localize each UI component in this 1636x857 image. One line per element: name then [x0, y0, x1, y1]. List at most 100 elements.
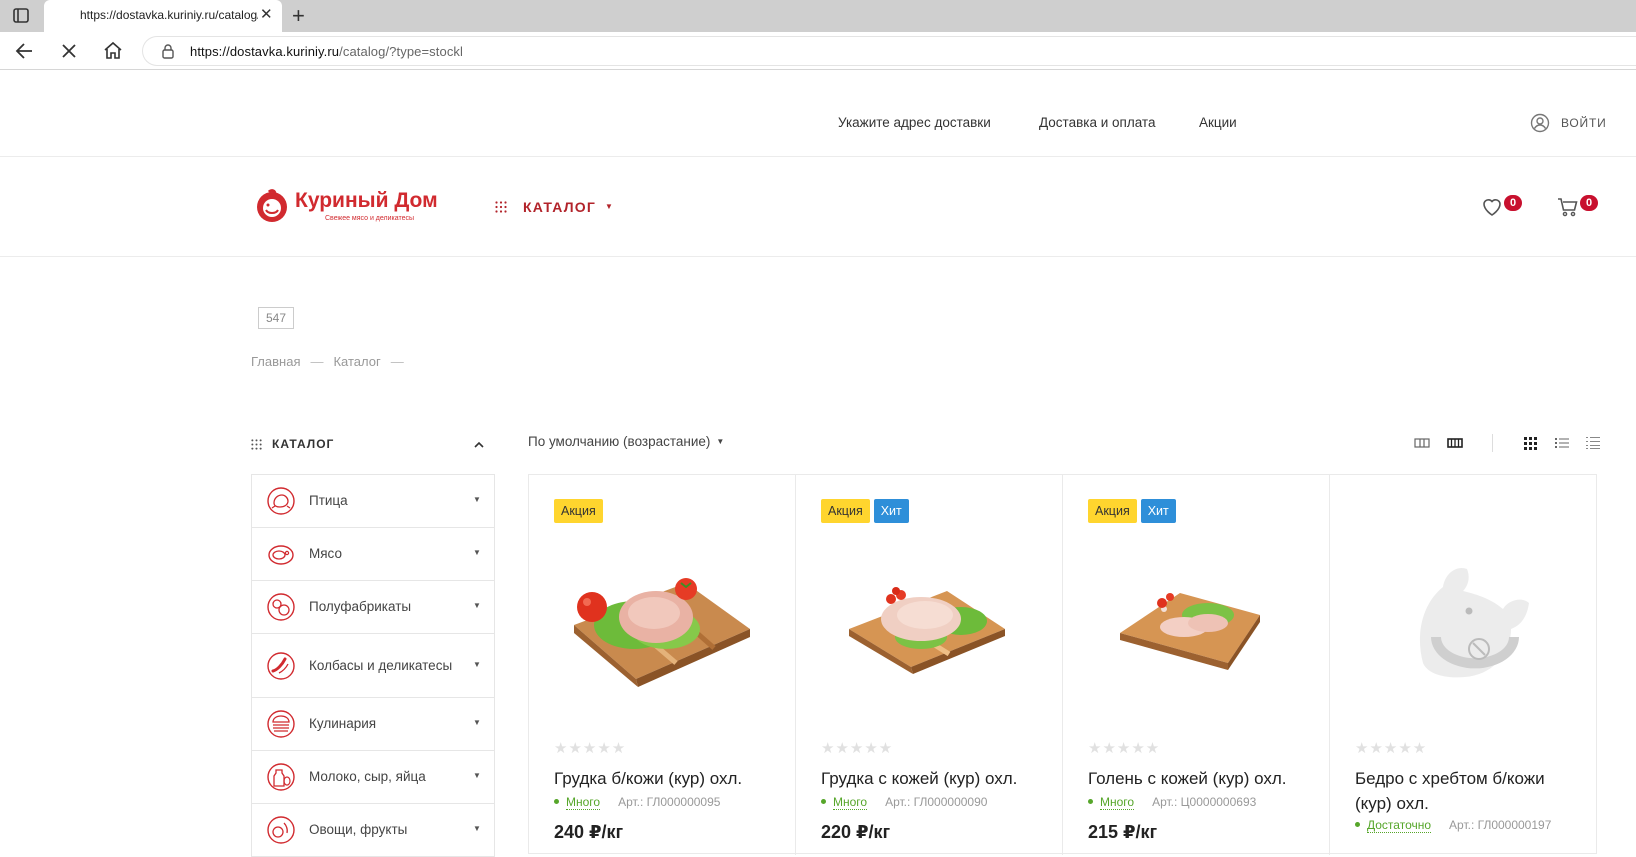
product-grid: Акция ★★★★★ Грудка б/кожи (кур) охл. Мно…	[528, 474, 1597, 855]
product-title[interactable]: Грудка б/кожи (кур) охл.	[554, 766, 774, 791]
rating-stars[interactable]: ★★★★★	[1355, 739, 1427, 757]
user-icon[interactable]	[1530, 113, 1550, 133]
browser-tab[interactable]: https://dostavka.kuriniy.ru/catalog/?typ…	[44, 0, 282, 32]
stock-dot	[554, 799, 559, 804]
product-card[interactable]: Акция Хит ★★★★★ Грудка с кожей (кур) охл.…	[796, 475, 1063, 855]
product-card[interactable]: Акция Хит ★★★★★ Голень с кожей (кур) охл.…	[1063, 475, 1330, 855]
caret-down-icon[interactable]: ▼	[473, 824, 481, 833]
product-price: 220 ₽/кг	[821, 822, 891, 842]
breadcrumb-home-link[interactable]: Главная	[251, 354, 300, 369]
breadcrumb-catalog-link[interactable]: Каталог	[333, 354, 380, 369]
vegetables-icon	[267, 816, 295, 844]
hit-badge: Хит	[1140, 499, 1176, 523]
product-badges: Акция Хит	[821, 499, 913, 523]
caret-down-icon[interactable]: ▼	[473, 495, 481, 504]
sidebar-item-poultry[interactable]: Птица ▼	[252, 475, 494, 528]
login-link[interactable]: ВОЙТИ	[1561, 116, 1607, 130]
sale-badge: Акция	[1088, 499, 1137, 523]
rating-stars[interactable]: ★★★★★	[1088, 739, 1160, 757]
product-title[interactable]: Бедро с хребтом б/кожи (кур) охл.	[1355, 766, 1575, 816]
product-image[interactable]	[1088, 533, 1303, 703]
sidebar-catalog-header[interactable]: КАТАЛОГ	[251, 435, 495, 455]
chevron-up-icon[interactable]	[473, 440, 485, 450]
caret-down-icon[interactable]: ▼	[473, 718, 481, 727]
wishlist-heart-icon[interactable]	[1480, 195, 1504, 219]
product-image[interactable]	[821, 533, 1036, 703]
product-image[interactable]	[554, 533, 769, 703]
product-badges: Акция	[554, 499, 607, 523]
catalog-label: КАТАЛОГ	[523, 199, 596, 215]
product-meta: Достаточно Арт.: ГЛ000000197	[1355, 818, 1551, 833]
chicken-icon	[267, 487, 295, 515]
sale-badge: Акция	[554, 499, 603, 523]
product-card[interactable]: Акция ★★★★★ Грудка б/кожи (кур) охл. Мно…	[529, 475, 796, 855]
view-grid-icon[interactable]	[1522, 436, 1538, 450]
tab-close-icon[interactable]: ✕	[260, 7, 273, 22]
view-table-icon[interactable]	[1585, 436, 1601, 450]
sidebar-category-list: Птица ▼ Мясо ▼ Полуфабрикаты ▼ Колбасы и…	[251, 474, 495, 857]
article-number: Арт.: ГЛ000000090	[885, 795, 988, 809]
stock-status[interactable]: Много	[566, 795, 601, 810]
caret-down-icon: ▼	[716, 437, 725, 446]
url-field[interactable]: https://dostavka.kuriniy.ru/catalog/?typ…	[142, 36, 1636, 66]
site-logo[interactable]: Куриный Дом Свежее мясо и деликатесы	[255, 187, 445, 227]
sort-label: По умолчанию (возрастание)	[528, 434, 711, 449]
stop-loading-icon[interactable]	[56, 38, 82, 64]
product-meta: Много Арт.: ГЛ000000095	[554, 795, 720, 810]
sidebar-item-cookery[interactable]: Кулинария ▼	[252, 698, 494, 751]
product-title[interactable]: Грудка с кожей (кур) охл.	[821, 766, 1041, 791]
stock-dot	[1088, 799, 1093, 804]
stock-status[interactable]: Много	[833, 795, 868, 810]
product-meta: Много Арт.: ГЛ000000090	[821, 795, 988, 810]
caret-down-icon[interactable]: ▼	[473, 601, 481, 610]
tab-actions-icon[interactable]	[10, 6, 32, 26]
cart-icon[interactable]	[1556, 195, 1580, 219]
sidebar-item-dairy[interactable]: Молоко, сыр, яйца ▼	[252, 751, 494, 804]
burger-icon	[267, 710, 295, 738]
sidebar-item-meat[interactable]: Мясо ▼	[252, 528, 494, 581]
product-card[interactable]: ★★★★★ Бедро с хребтом б/кожи (кур) охл. …	[1330, 475, 1597, 855]
site-topbar: Укажите адрес доставки Доставка и оплата…	[0, 71, 1636, 157]
grid-dots-icon	[495, 201, 507, 213]
lock-icon[interactable]	[161, 43, 175, 59]
sausage-icon	[267, 651, 295, 680]
product-badges: Акция Хит	[1088, 499, 1180, 523]
stock-status[interactable]: Много	[1100, 795, 1135, 810]
stock-dot	[821, 799, 826, 804]
no-image-placeholder-icon[interactable]	[1355, 533, 1570, 703]
hen-logo-icon	[257, 189, 287, 222]
promotions-link[interactable]: Акции	[1199, 115, 1237, 130]
rating-stars[interactable]: ★★★★★	[554, 739, 626, 757]
logo-name: Куриный Дом	[295, 189, 438, 212]
sidebar-item-label: Овощи, фрукты	[309, 822, 408, 837]
product-title[interactable]: Голень с кожей (кур) охл.	[1088, 766, 1308, 791]
product-meta: Много Арт.: Ц0000000693	[1088, 795, 1256, 810]
view-toggle-divider	[1492, 434, 1493, 452]
semi-finished-icon	[267, 593, 295, 621]
home-icon[interactable]	[100, 38, 126, 64]
rating-stars[interactable]: ★★★★★	[821, 739, 893, 757]
wishlist-count-badge: 0	[1504, 195, 1522, 211]
caret-down-icon[interactable]: ▼	[473, 771, 481, 780]
sidebar-item-sausages[interactable]: Колбасы и деликатесы ▼	[252, 634, 494, 698]
back-icon[interactable]	[12, 38, 38, 64]
sidebar-item-semi-finished[interactable]: Полуфабрикаты ▼	[252, 581, 494, 634]
delivery-payment-link[interactable]: Доставка и оплата	[1039, 115, 1155, 130]
caret-down-icon: ▼	[605, 202, 613, 211]
view-list-icon[interactable]	[1554, 436, 1570, 450]
caret-down-icon[interactable]: ▼	[473, 548, 481, 557]
view-cards-icon[interactable]	[1414, 436, 1430, 450]
url-path: /catalog/?type=stockl	[339, 44, 464, 59]
steak-icon	[268, 545, 294, 565]
url-text: https://dostavka.kuriniy.ru/catalog/?typ…	[190, 44, 463, 59]
sidebar-item-label: Птица	[309, 493, 348, 508]
sidebar-item-label: Колбасы и деликатесы	[309, 657, 453, 673]
sort-dropdown[interactable]: По умолчанию (возрастание) ▼	[528, 434, 724, 449]
view-compact-cards-icon[interactable]	[1447, 436, 1463, 450]
delivery-address-link[interactable]: Укажите адрес доставки	[838, 115, 991, 130]
caret-down-icon[interactable]: ▼	[473, 660, 481, 669]
hit-badge: Хит	[873, 499, 909, 523]
browser-address-bar: https://dostavka.kuriniy.ru/catalog/?typ…	[0, 32, 1636, 70]
new-tab-icon[interactable]: +	[292, 3, 305, 29]
sidebar-title: КАТАЛОГ	[272, 437, 335, 451]
